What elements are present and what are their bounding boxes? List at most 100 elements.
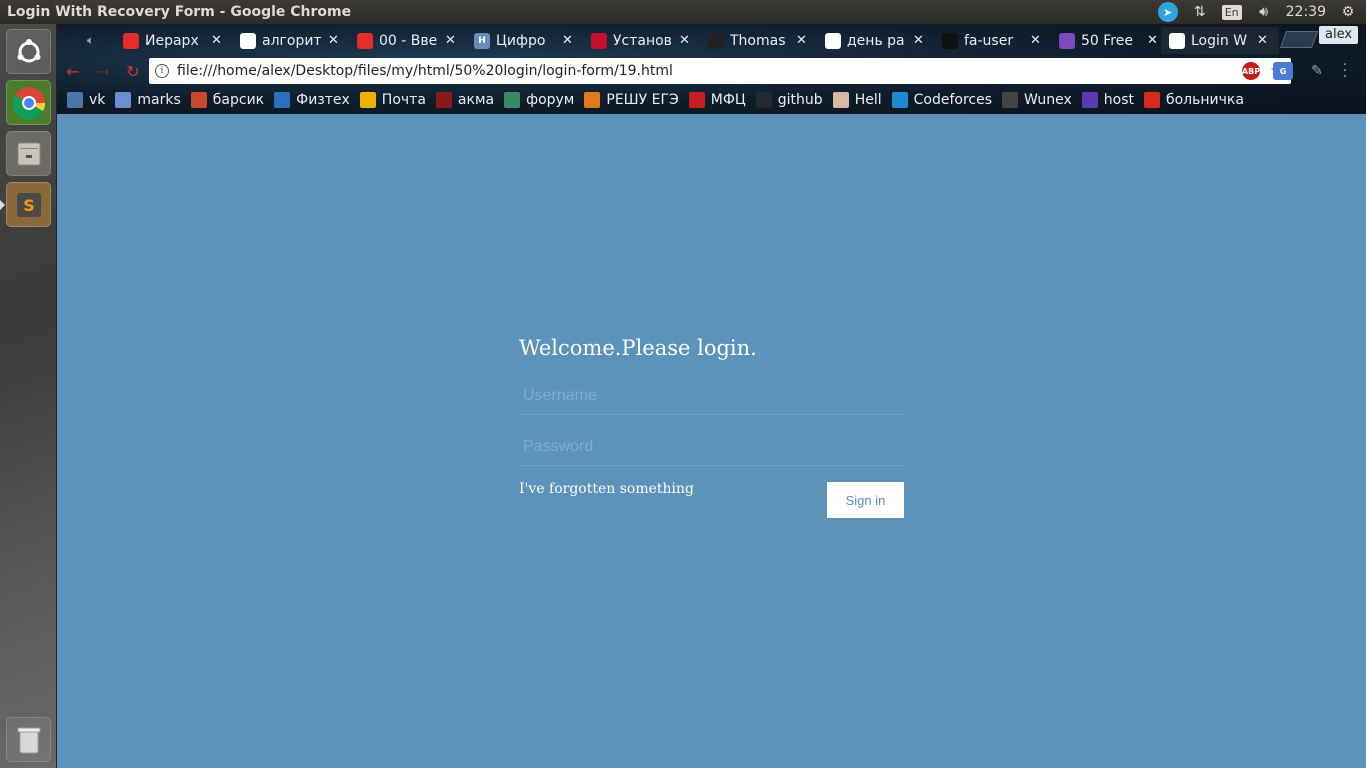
tab-item[interactable]: Иерарх ✕: [115, 27, 233, 54]
system-tray: ➤ ⇅ En 🔊︎ 22:39 ⚙: [1157, 2, 1366, 22]
chrome-window: 🔈︎ Иерарх ✕ алгорит ✕ 00 - Вве ✕ H Цифро…: [57, 24, 1366, 768]
bookmark-item[interactable]: Hell: [832, 91, 882, 108]
tab-item[interactable]: fa-user ✕: [934, 27, 1052, 54]
close-icon[interactable]: ✕: [328, 33, 342, 48]
page-content: Welcome.Please login. I've forgotten som…: [57, 114, 1366, 768]
dash-button[interactable]: [6, 29, 51, 74]
bookmark-item[interactable]: больничка: [1143, 91, 1244, 108]
tab-label: fa-user: [964, 32, 1014, 49]
ubuntu-logo-icon: [17, 38, 40, 62]
bookmark-label: РЕШУ ЕГЭ: [606, 91, 679, 108]
close-icon[interactable]: ✕: [679, 33, 693, 48]
tab-item[interactable]: 00 - Вве ✕: [349, 27, 467, 54]
bookmark-item[interactable]: РЕШУ ЕГЭ: [584, 91, 679, 108]
bookmark-item[interactable]: Codeforces: [891, 91, 992, 108]
password-input[interactable]: [519, 428, 904, 466]
bookmark-favicon-icon: [688, 91, 705, 108]
svg-text:S: S: [23, 196, 35, 215]
youtube-icon: [357, 32, 373, 49]
sign-in-button[interactable]: Sign in: [827, 482, 904, 518]
bookmark-item[interactable]: Почта: [359, 91, 426, 108]
bookmark-item[interactable]: Wunex: [1002, 91, 1072, 108]
window-title: Login With Recovery Form - Google Chrome: [7, 4, 352, 20]
address-bar[interactable]: i file:///home/alex/Desktop/files/my/htm…: [149, 58, 1291, 84]
flag-icon: [942, 32, 958, 49]
network-icon[interactable]: ⇅: [1190, 2, 1210, 22]
bookmark-label: Hell: [854, 91, 882, 108]
bookmark-favicon-icon: [67, 91, 83, 108]
adblock-icon[interactable]: ABP: [1242, 62, 1260, 80]
info-icon[interactable]: i: [155, 64, 169, 78]
bookmark-item[interactable]: marks: [115, 91, 181, 108]
menu-icon[interactable]: · · ·: [1340, 58, 1350, 84]
bookmark-label: барсик: [212, 91, 265, 108]
tab-item[interactable]: алгорит ✕: [232, 27, 350, 54]
reload-icon[interactable]: ↻: [119, 57, 147, 85]
tab-item[interactable]: Установ ✕: [583, 27, 701, 54]
chrome-launcher-icon[interactable]: [6, 80, 51, 125]
tab-item[interactable]: Thomas ✕: [700, 27, 818, 54]
new-tab-button[interactable]: [1279, 31, 1319, 48]
bookmark-item[interactable]: vk: [67, 91, 106, 108]
close-icon[interactable]: ✕: [445, 33, 459, 48]
close-icon[interactable]: ✕: [1030, 33, 1044, 48]
clock[interactable]: 22:39: [1286, 4, 1326, 20]
tab-item[interactable]: 50 Free ✕: [1051, 27, 1169, 54]
bookmark-label: Почта: [381, 91, 426, 108]
bookmark-item[interactable]: акма: [435, 91, 494, 108]
bookmarks-bar: vk marks барсик Физтех Почта акма форум РЕШУ ЕГ…: [57, 86, 1366, 113]
file-icon: [1169, 32, 1185, 49]
youtube-icon: [123, 32, 139, 49]
wrench-icon[interactable]: ✎: [1307, 62, 1327, 80]
tab-label: 50 Free: [1081, 32, 1133, 49]
bookmark-item[interactable]: host: [1081, 91, 1134, 108]
bookmark-label: host: [1103, 91, 1134, 108]
bookmark-item[interactable]: Физтех: [274, 91, 350, 108]
translate-icon[interactable]: G: [1273, 62, 1293, 80]
forward-arrow-icon[interactable]: →: [89, 57, 117, 85]
avatar-icon: [708, 32, 724, 49]
trash-launcher-icon[interactable]: [6, 717, 51, 762]
tab-item-active[interactable]: Login W ✕: [1161, 27, 1279, 54]
close-icon[interactable]: ✕: [913, 33, 927, 48]
bookmark-favicon-icon: [1081, 91, 1098, 108]
username-input[interactable]: [519, 377, 904, 415]
bookmark-favicon-icon: [755, 91, 772, 108]
bookmark-favicon-icon: [832, 91, 849, 108]
profile-button[interactable]: alex: [1319, 26, 1359, 44]
back-arrow-icon[interactable]: ←: [59, 57, 87, 85]
close-icon[interactable]: ✕: [1257, 33, 1271, 48]
bookmark-favicon-icon: [190, 91, 207, 108]
bookmark-item[interactable]: github: [755, 91, 823, 108]
close-icon[interactable]: ✕: [562, 33, 576, 48]
bookmark-label: vk: [89, 91, 106, 108]
login-form: Welcome.Please login. I've forgotten som…: [519, 336, 904, 518]
tab-item[interactable]: день ра ✕: [817, 27, 935, 54]
close-icon[interactable]: ✕: [211, 33, 225, 48]
bookmark-item[interactable]: форум: [504, 91, 574, 108]
bookmark-label: Wunex: [1024, 91, 1072, 108]
close-icon[interactable]: ✕: [1147, 33, 1161, 48]
keyboard-layout-indicator[interactable]: En: [1221, 4, 1242, 20]
tab-item[interactable]: H Цифро ✕: [466, 27, 584, 54]
sublime-text-icon: S: [16, 192, 41, 217]
google-icon: [825, 32, 841, 49]
browser-toolbar: ← → ↻ i file:///home/alex/Desktop/files/…: [57, 56, 1366, 86]
bookmark-label: github: [777, 91, 823, 108]
bookmark-item[interactable]: МФЦ: [688, 91, 746, 108]
gear-icon[interactable]: ⚙: [1338, 2, 1358, 22]
unity-launcher: S: [0, 24, 57, 768]
bookmark-label: больничка: [1165, 91, 1244, 108]
close-icon[interactable]: ✕: [796, 33, 810, 48]
sublime-text-launcher-icon[interactable]: S: [6, 182, 51, 227]
volume-icon[interactable]: 🔊︎: [1254, 2, 1274, 22]
system-top-panel: Login With Recovery Form - Google Chrome…: [0, 0, 1366, 24]
url-text[interactable]: file:///home/alex/Desktop/files/my/html/…: [177, 63, 1270, 79]
tab-label: день ра: [847, 32, 905, 49]
forgot-link[interactable]: I've forgotten something: [519, 481, 694, 497]
tab-label: Установ: [613, 32, 672, 49]
files-launcher-icon[interactable]: [6, 131, 51, 176]
bookmark-favicon-icon: [274, 91, 291, 108]
telegram-icon[interactable]: ➤: [1157, 2, 1178, 22]
bookmark-item[interactable]: барсик: [190, 91, 265, 108]
